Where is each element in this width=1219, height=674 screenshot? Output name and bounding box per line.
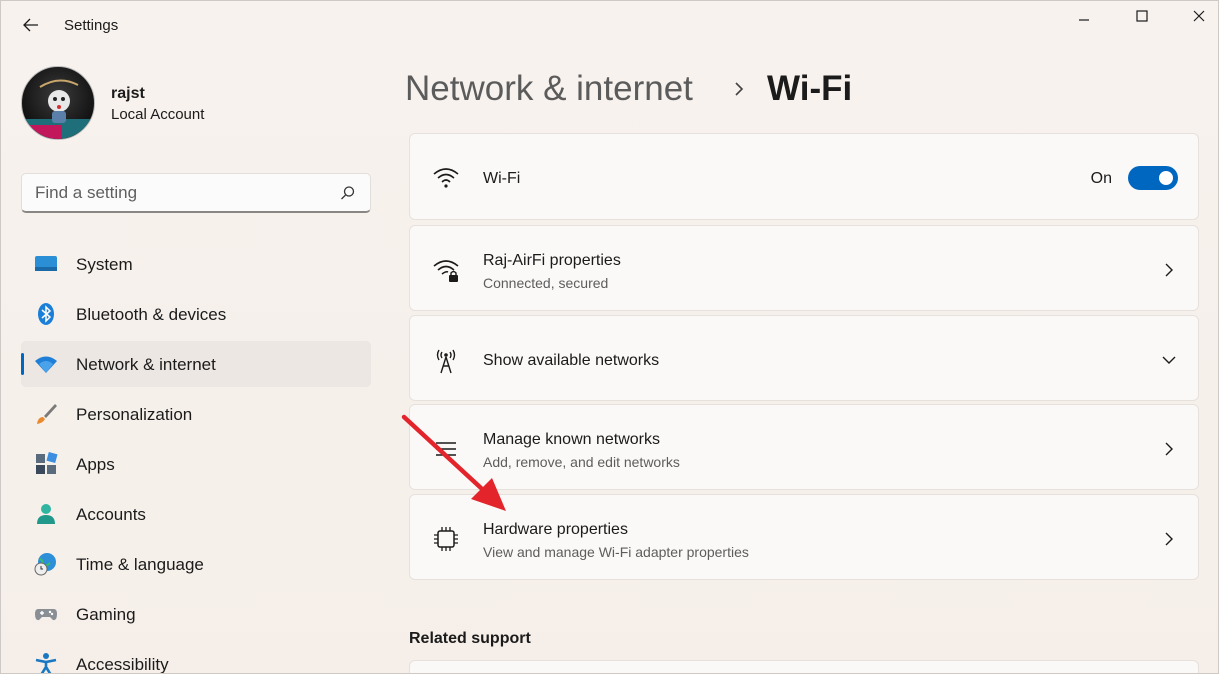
wifi-card-title: Wi-Fi	[483, 170, 521, 187]
back-button[interactable]	[15, 11, 47, 39]
chevron-down-icon	[1162, 356, 1176, 364]
available-networks-title: Show available networks	[483, 352, 660, 369]
wifi-secured-icon	[433, 260, 459, 282]
system-icon	[35, 256, 57, 271]
bluetooth-icon	[38, 303, 54, 325]
sidebar-item-label: Bluetooth & devices	[76, 305, 227, 324]
sidebar-item-network[interactable]: Network & internet	[21, 341, 371, 387]
settings-window: Settings rajst Local Account Find a sett…	[0, 0, 1219, 674]
close-button[interactable]	[1171, 1, 1218, 31]
search-box[interactable]	[21, 173, 371, 213]
search-input[interactable]	[22, 174, 332, 212]
sidebar-item-label: Accounts	[76, 505, 146, 524]
chevron-right-icon	[1165, 532, 1173, 546]
brush-icon	[37, 404, 57, 424]
maximize-button[interactable]	[1114, 1, 1170, 31]
sidebar-item-label: Apps	[76, 455, 115, 474]
sidebar-item-label: Time & language	[76, 555, 204, 574]
network-properties-subtitle: Connected, secured	[483, 275, 609, 291]
chevron-right-icon	[1165, 263, 1173, 277]
wifi-icon	[35, 356, 57, 373]
search-icon[interactable]	[340, 185, 356, 201]
known-networks-card[interactable]: Manage known networks Add, remove, and e…	[409, 404, 1199, 490]
sidebar-item-label: System	[76, 255, 133, 274]
known-networks-title: Manage known networks	[483, 431, 660, 448]
person-icon	[37, 504, 55, 524]
maximize-icon	[1136, 10, 1148, 22]
page-title: Wi-Fi	[767, 69, 853, 108]
wifi-toggle-card[interactable]: Wi-Fi On	[409, 133, 1199, 220]
sidebar-item-gaming[interactable]: Gaming	[21, 591, 371, 637]
minimize-button[interactable]	[1056, 1, 1112, 31]
list-icon	[436, 442, 456, 456]
wifi-icon	[433, 168, 459, 188]
sidebar-item-system[interactable]: System	[21, 241, 371, 287]
available-networks-card[interactable]: Show available networks	[409, 315, 1199, 401]
sidebar-item-label: Network & internet	[76, 355, 216, 374]
breadcrumb-parent[interactable]: Network & internet	[405, 69, 693, 109]
related-support-heading: Related support	[409, 630, 531, 647]
apps-icon	[36, 452, 58, 474]
back-arrow-icon	[23, 18, 38, 32]
sidebar-item-accounts[interactable]: Accounts	[21, 491, 371, 537]
globe-clock-icon	[34, 553, 56, 576]
sidebar-item-label: Gaming	[76, 605, 136, 624]
hardware-properties-card[interactable]: Hardware properties View and manage Wi-F…	[409, 494, 1199, 580]
sidebar-item-accessibility[interactable]: Accessibility	[21, 641, 371, 674]
chevron-right-icon	[1165, 442, 1173, 456]
minimize-icon	[1079, 19, 1089, 21]
wifi-toggle-state: On	[1090, 170, 1112, 187]
network-properties-title: Raj-AirFi properties	[483, 252, 621, 269]
avatar-image-icon	[22, 79, 94, 139]
app-title: Settings	[64, 17, 119, 34]
sidebar-item-bluetooth[interactable]: Bluetooth & devices	[21, 291, 371, 337]
network-properties-card[interactable]: Raj-AirFi properties Connected, secured	[409, 225, 1199, 311]
related-support-card[interactable]	[409, 660, 1199, 673]
title-bar: Settings	[1, 1, 1218, 49]
hardware-properties-title: Hardware properties	[483, 521, 628, 538]
sidebar-item-label: Personalization	[76, 405, 193, 424]
avatar[interactable]	[21, 66, 95, 140]
wifi-toggle[interactable]	[1128, 166, 1178, 190]
chip-icon	[434, 527, 458, 551]
accessibility-icon	[35, 653, 57, 673]
close-icon	[1193, 10, 1205, 22]
sidebar-item-apps[interactable]: Apps	[21, 441, 371, 487]
antenna-icon	[436, 349, 456, 374]
chevron-right-icon	[735, 82, 744, 96]
sidebar-item-label: Accessibility	[76, 655, 169, 674]
user-name: rajst	[111, 85, 145, 102]
gamepad-icon	[35, 609, 57, 621]
sidebar-item-personalization[interactable]: Personalization	[21, 391, 371, 437]
account-type: Local Account	[111, 106, 205, 123]
sidebar-nav: System Bluetooth & devices Network & int…	[21, 241, 371, 674]
hardware-properties-subtitle: View and manage Wi-Fi adapter properties	[483, 544, 749, 560]
toggle-knob	[1159, 171, 1173, 185]
known-networks-subtitle: Add, remove, and edit networks	[483, 454, 680, 470]
sidebar-item-time-language[interactable]: Time & language	[21, 541, 371, 587]
